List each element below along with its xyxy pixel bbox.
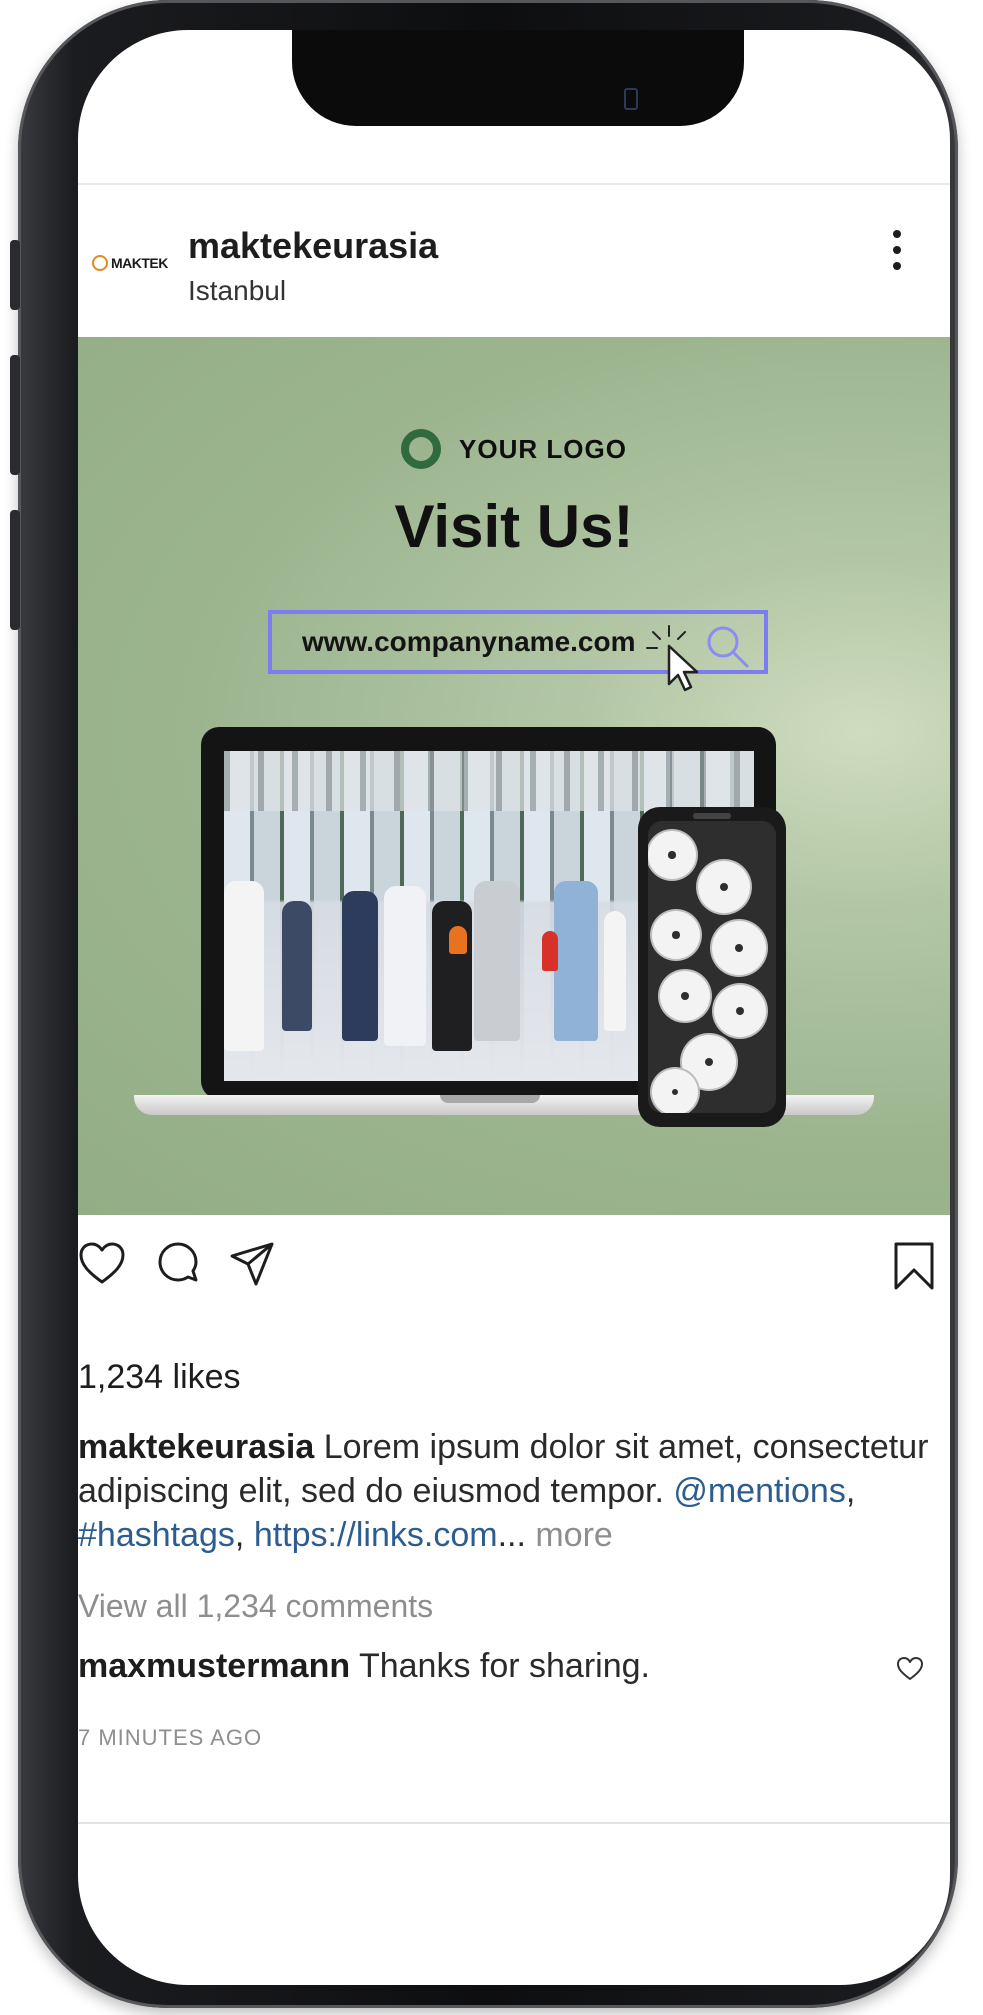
post-caption: maktekeurasia Lorem ipsum dolor sit amet… (78, 1425, 938, 1557)
footer-divider (78, 1822, 950, 1824)
caption-separator-2: , (234, 1516, 254, 1554)
comment-heart-icon[interactable] (896, 1655, 924, 1683)
avatar-label: MAKTEK (111, 255, 168, 271)
caption-mentions-link[interactable]: @mentions (673, 1472, 845, 1510)
caption-separator: , (845, 1472, 856, 1510)
laptop-hinge (440, 1095, 540, 1103)
logo-text: YOUR LOGO (459, 433, 627, 464)
logo-mark-icon (401, 429, 442, 469)
pointer-cursor-icon (646, 625, 699, 692)
headline: Visit Us! (394, 493, 634, 560)
likes-count[interactable]: 1,234 likes (78, 1358, 241, 1397)
comment-row: maxmustermann Thanks for sharing. (78, 1647, 650, 1686)
caption-ellipsis: ... (497, 1516, 526, 1554)
volume-down-button (10, 510, 20, 630)
url-text: www.companyname.com (302, 626, 636, 657)
post-image[interactable]: YOUR LOGO Visit Us! www.companyname.com (78, 337, 950, 1215)
comment-username[interactable]: maxmustermann (78, 1647, 350, 1685)
phone-frame: MAKTEK maktekeurasia Istanbul YOUR LOGO … (10, 0, 958, 2008)
status-indicator (624, 88, 638, 110)
post-username[interactable]: maktekeurasia (188, 225, 438, 267)
post-location[interactable]: Istanbul (188, 275, 286, 307)
phone-screen: MAKTEK maktekeurasia Istanbul YOUR LOGO … (78, 30, 950, 1985)
avatar[interactable]: MAKTEK (92, 252, 172, 274)
send-icon[interactable] (228, 1240, 276, 1288)
caption-more-link[interactable]: more (526, 1516, 612, 1554)
post-timestamp: 7 MINUTES AGO (78, 1725, 263, 1750)
view-all-comments-link[interactable]: View all 1,234 comments (78, 1588, 433, 1625)
avatar-ring-icon (92, 255, 108, 271)
mute-switch (10, 240, 20, 310)
brand-logo: YOUR LOGO (78, 429, 950, 469)
phone-mockup-camera (693, 813, 731, 819)
bookmark-icon[interactable] (890, 1240, 938, 1292)
more-vertical-icon[interactable] (890, 230, 904, 278)
notch (292, 30, 744, 126)
comment-text: Thanks for sharing. (350, 1647, 650, 1685)
caption-hashtags-link[interactable]: #hashtags (78, 1516, 235, 1554)
volume-up-button (10, 355, 20, 475)
caption-url-link[interactable]: https://links.com (254, 1516, 498, 1554)
caption-username[interactable]: maktekeurasia (78, 1428, 314, 1466)
gears-photo (648, 821, 776, 1113)
heart-icon[interactable] (78, 1240, 126, 1288)
header-divider (78, 183, 950, 185)
comment-icon[interactable] (154, 1240, 202, 1288)
